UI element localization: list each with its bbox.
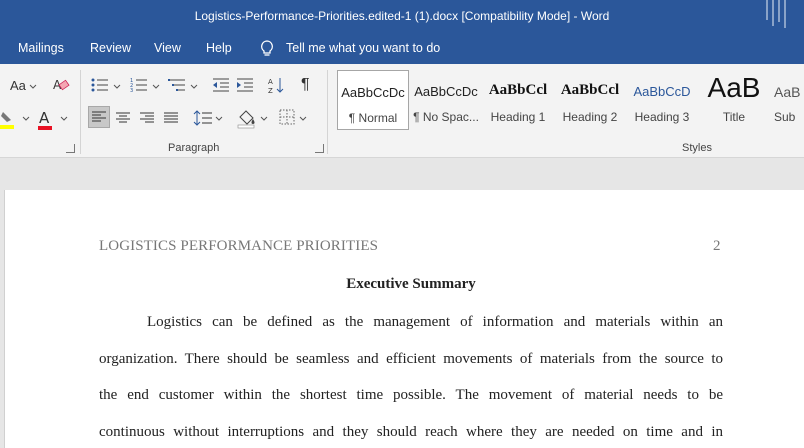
style-name: Heading 3 [634, 110, 690, 124]
running-header: LOGISTICS PERFORMANCE PRIORITIES [99, 238, 379, 254]
tab-help[interactable]: Help [206, 41, 232, 55]
ribbon-tabs: Mailings Review View Help Tell me what y… [0, 34, 804, 64]
chevron-down-icon [190, 84, 198, 89]
body-line: the end customer within the shortest tim… [99, 387, 723, 403]
chevron-down-icon [260, 116, 268, 121]
sort-icon[interactable]: A Z [268, 76, 286, 94]
style-title[interactable]: AaB Title [698, 70, 770, 130]
paragraph-dialog-launcher[interactable] [315, 144, 324, 153]
style-name: Heading 2 [562, 110, 618, 124]
chevron-down-icon [215, 116, 223, 121]
bullets-icon[interactable] [91, 77, 109, 93]
justify-icon[interactable] [161, 108, 181, 128]
style-name: Title [722, 110, 746, 124]
style-heading-3[interactable]: AaBbCcD Heading 3 [626, 70, 698, 130]
clear-formatting-icon[interactable]: A [52, 76, 70, 94]
tab-mailings[interactable]: Mailings [18, 41, 64, 55]
chevron-down-icon [29, 84, 37, 89]
align-right-icon[interactable] [137, 108, 157, 128]
style-subtitle[interactable]: AaB Sub [770, 70, 804, 130]
document-page[interactable]: LOGISTICS PERFORMANCE PRIORITIES 2 Execu… [4, 190, 804, 448]
paragraph-group-label: Paragraph [168, 142, 220, 154]
style-heading-2[interactable]: AaBbCcl Heading 2 [554, 70, 626, 130]
chevron-down-icon [22, 116, 30, 121]
numbering-icon[interactable]: 1 2 3 [130, 77, 148, 93]
style-name: Heading 1 [490, 110, 546, 124]
font-dialog-launcher[interactable] [66, 144, 75, 153]
title-bar: Logistics-Performance-Priorities.edited-… [0, 0, 804, 34]
window-title: Logistics-Performance-Priorities.edited-… [194, 9, 610, 23]
lightbulb-icon [261, 40, 273, 56]
highlighter-icon[interactable] [0, 108, 20, 132]
tell-me-search[interactable]: Tell me what you want to do [286, 41, 440, 55]
styles-group-label: Styles [682, 142, 712, 154]
tab-view[interactable]: View [154, 41, 181, 55]
style-name: ¶ Normal [348, 111, 398, 125]
body-line: continuous without interruptions and the… [99, 424, 723, 440]
chevron-down-icon [152, 84, 160, 89]
line-spacing-icon[interactable] [193, 108, 213, 128]
style-sample: AaBbCcl [488, 82, 548, 98]
show-formatting-icon[interactable]: ¶ [301, 76, 310, 94]
style-normal[interactable]: AaBbCcDc ¶ Normal [337, 70, 409, 130]
chevron-down-icon [60, 116, 68, 121]
svg-text:3: 3 [130, 88, 133, 93]
style-heading-1[interactable]: AaBbCcl Heading 1 [482, 70, 554, 130]
chevron-down-icon [113, 84, 121, 89]
ribbon: Aa A A 1 2 3 A Z ¶ Paragraph AaBbCcDc ¶ … [0, 64, 804, 158]
increase-indent-icon[interactable] [236, 77, 254, 93]
svg-text:Z: Z [268, 87, 273, 94]
group-divider [80, 70, 81, 154]
change-case-button[interactable]: Aa [10, 78, 26, 93]
style-sample: AaB [774, 84, 801, 100]
style-no-spacing[interactable]: AaBbCcDc ¶ No Spac... [410, 70, 482, 130]
chevron-down-icon [299, 116, 307, 121]
svg-text:A: A [39, 109, 50, 127]
style-sample: AaBbCcl [560, 82, 620, 98]
style-name: Sub [774, 110, 796, 124]
align-left-icon [92, 111, 106, 122]
group-divider [327, 70, 328, 154]
align-center-icon[interactable] [113, 108, 133, 128]
body-line: Logistics can be defined as the manageme… [147, 314, 723, 330]
styles-gallery: AaBbCcDc ¶ Normal AaBbCcDc ¶ No Spac... … [337, 70, 804, 130]
align-left-button[interactable] [88, 106, 110, 128]
multilevel-list-icon[interactable] [168, 77, 186, 93]
style-sample: AaB [707, 72, 761, 103]
page-number: 2 [713, 238, 721, 254]
font-color-icon[interactable]: A [36, 108, 56, 132]
borders-icon[interactable] [279, 109, 295, 125]
ribbon-display-icon[interactable] [764, 0, 790, 30]
style-name: ¶ No Spac... [413, 110, 479, 124]
section-heading: Executive Summary [346, 276, 476, 292]
decrease-indent-icon[interactable] [212, 77, 230, 93]
style-sample: AaBbCcDc [414, 84, 478, 99]
shading-icon[interactable] [236, 107, 258, 129]
tab-review[interactable]: Review [90, 41, 131, 55]
svg-text:A: A [268, 78, 273, 86]
style-sample: AaBbCcD [633, 84, 691, 99]
body-line: organization. There should be seamless a… [99, 351, 723, 367]
style-sample: AaBbCcDc [341, 85, 405, 100]
document-canvas: LOGISTICS PERFORMANCE PRIORITIES 2 Execu… [0, 158, 804, 448]
